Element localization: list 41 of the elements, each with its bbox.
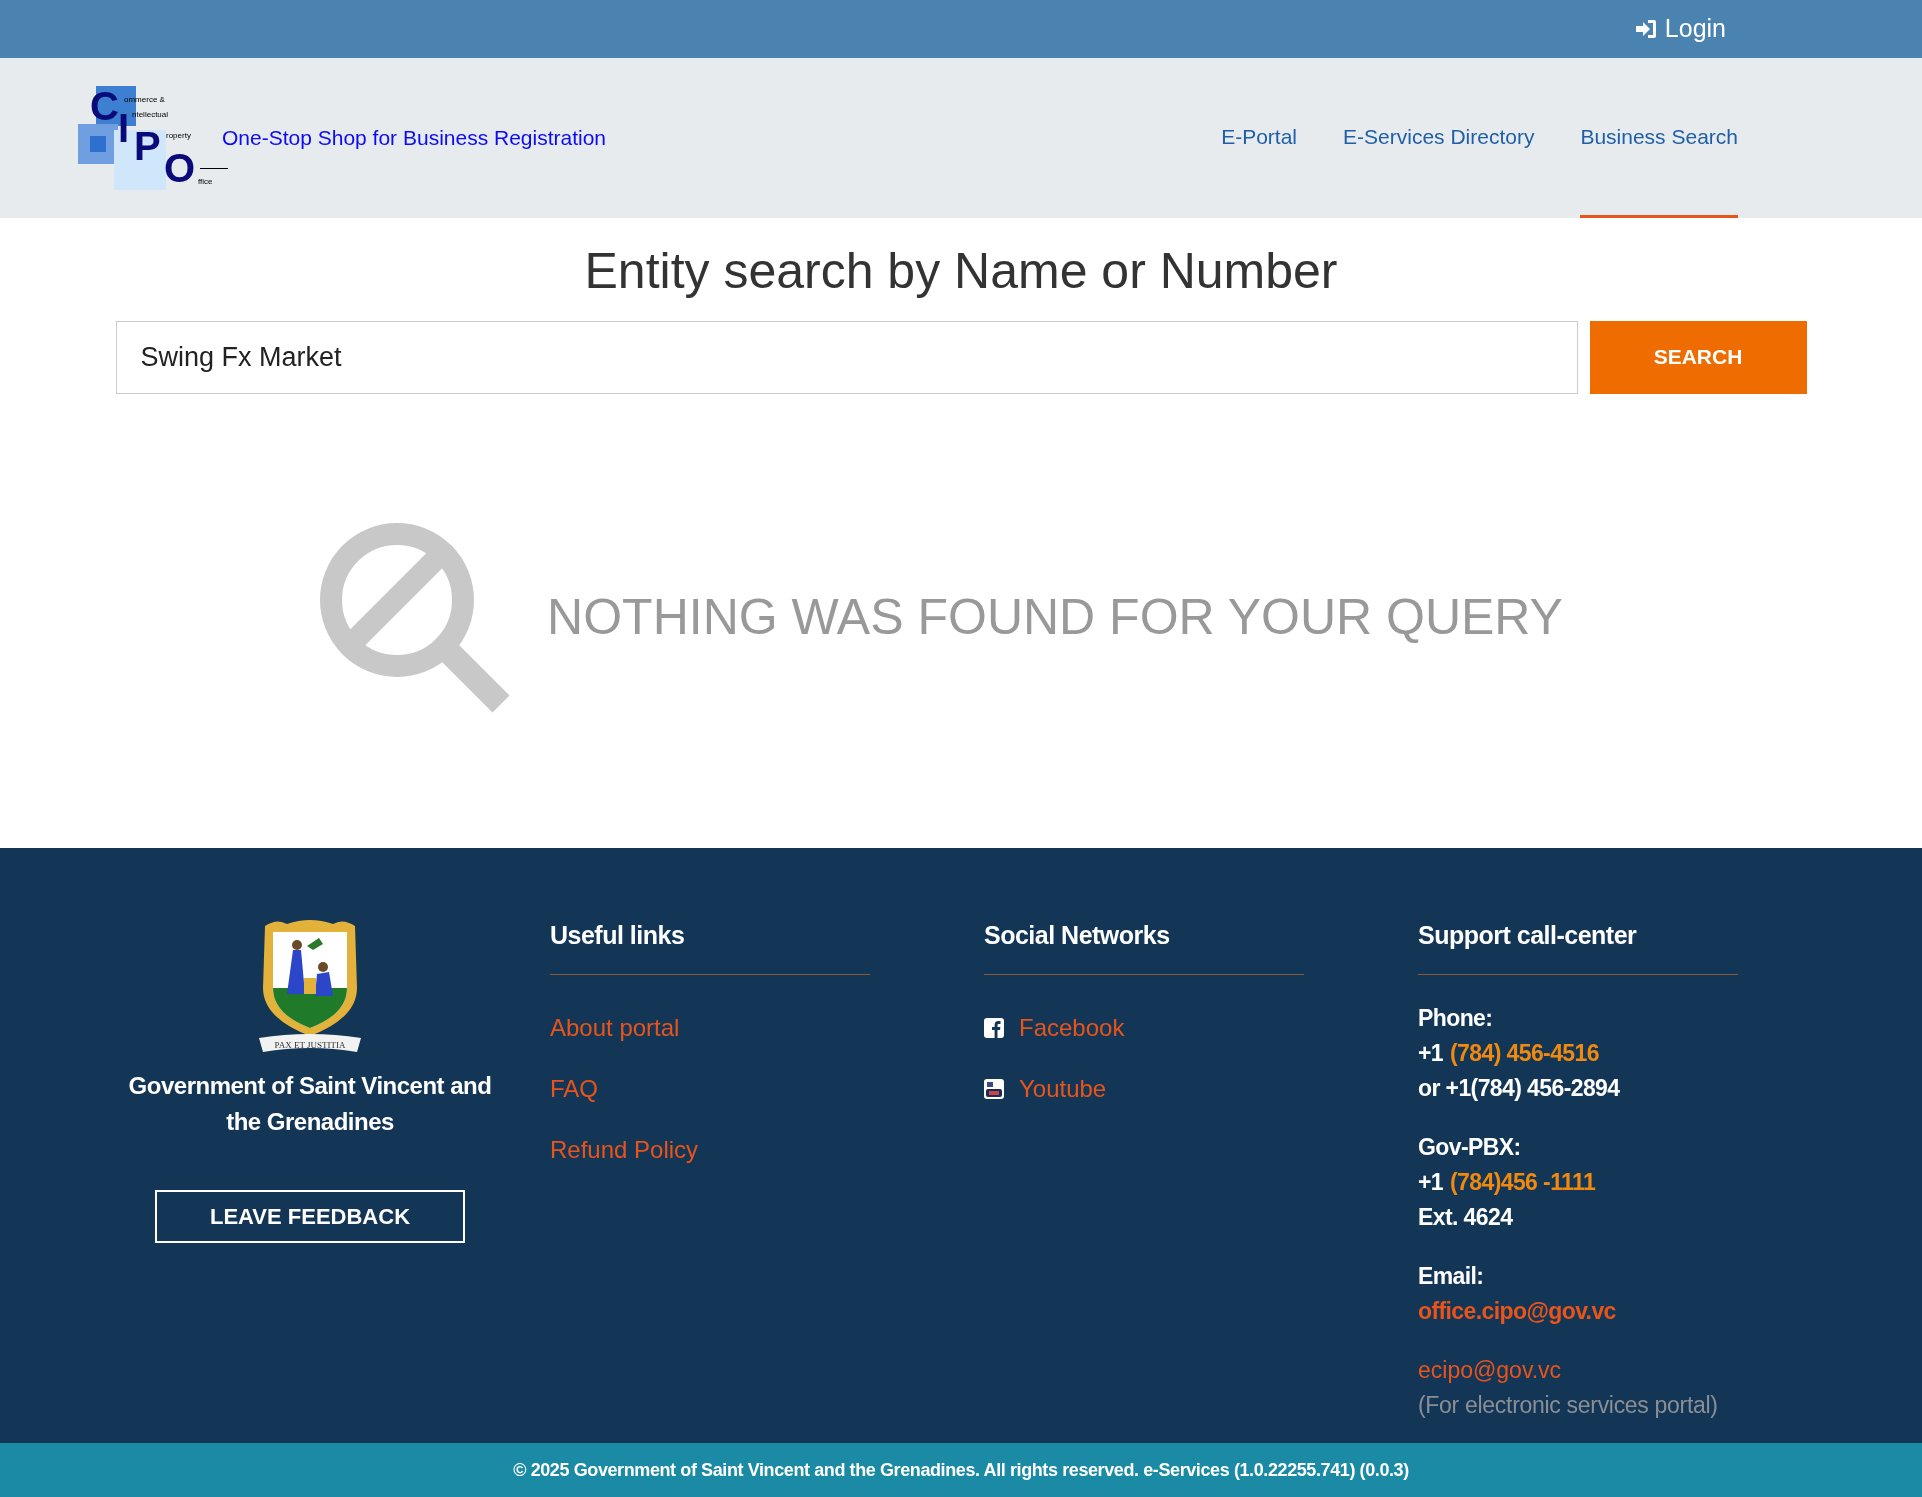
footer-link[interactable]: Refund Policy xyxy=(550,1135,699,1164)
youtube-icon xyxy=(984,1078,1004,1099)
search-field[interactable]: Swing Fx Market xyxy=(115,320,1578,394)
contact-label: Email: xyxy=(1418,1262,1485,1291)
footer-link[interactable]: FAQ xyxy=(550,1074,598,1103)
facebook-icon xyxy=(984,1017,1004,1038)
logo-word: ffice xyxy=(198,177,213,186)
contact-label: Phone: xyxy=(1418,1004,1494,1033)
logo-word: roperty xyxy=(166,131,191,140)
contact-text: or +1(784) 456-2894 xyxy=(1418,1074,1621,1103)
no-results-icon xyxy=(319,521,512,714)
phone-link[interactable]: (784) 456-4516 xyxy=(1450,1036,1599,1071)
footer-link[interactable]: About portal xyxy=(550,1013,680,1042)
login-link[interactable]: Login xyxy=(1634,10,1726,48)
column-heading: Useful links xyxy=(550,920,686,950)
leave-feedback-button[interactable]: LEAVE FEEDBACK xyxy=(155,1190,465,1243)
social-link[interactable]: Facebook xyxy=(984,1013,1125,1042)
search-button[interactable]: SEARCH xyxy=(1589,320,1807,394)
column-heading: Social Networks xyxy=(984,920,1171,950)
social-link[interactable]: Youtube xyxy=(984,1074,1107,1103)
logo-letter: O xyxy=(164,147,196,188)
email-link[interactable]: ecipo@gov.vc xyxy=(1418,1353,1562,1388)
phone-link[interactable]: (784)456 -1111 xyxy=(1450,1165,1596,1200)
motto-text: PAX ET JUSTITIA xyxy=(274,1040,346,1050)
contact-text: Ext. 4624 xyxy=(1418,1203,1514,1232)
contact-note: (For electronic services portal) xyxy=(1418,1391,1719,1420)
column-heading: Support call-center xyxy=(1418,920,1638,950)
site-title-link[interactable]: One-Stop Shop for Business Registration xyxy=(222,122,607,154)
page-title: Entity search by Name or Number xyxy=(584,242,1338,301)
nav-link[interactable]: Business Search xyxy=(1580,58,1738,218)
logo-letter: P xyxy=(134,125,161,166)
email-link[interactable]: office.cipo@gov.vc xyxy=(1418,1294,1616,1329)
copyright-text: © 2025 Government of Saint Vincent and the Grenadines. All rights reserved. e-Services (1.0.22255.741) (0.0.3) xyxy=(513,1458,1409,1482)
contact-label: Gov-PBX: xyxy=(1418,1133,1522,1162)
government-name: Government of Saint Vincent and the Grenadines xyxy=(127,1071,493,1137)
no-results-message: NOTHING WAS FOUND FOR YOUR QUERY xyxy=(547,588,1563,647)
nav-link[interactable]: E-Services Directory xyxy=(1343,58,1535,218)
nav-link[interactable]: E-Portal xyxy=(1221,58,1298,218)
phone-prefix: +1 xyxy=(1418,1168,1444,1197)
phone-prefix: +1 xyxy=(1418,1039,1444,1068)
login-icon xyxy=(1634,19,1657,39)
